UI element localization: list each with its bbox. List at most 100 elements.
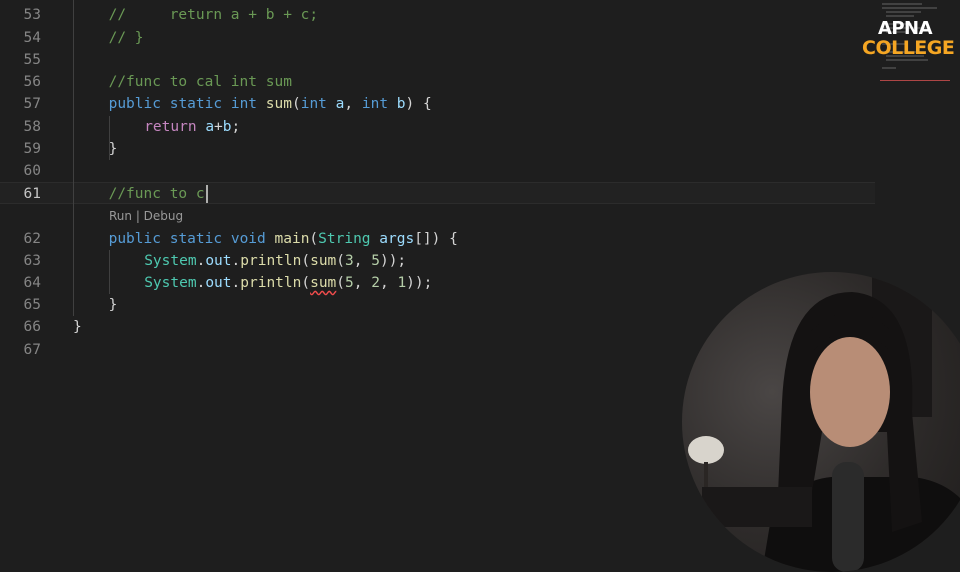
- code-line[interactable]: 55: [0, 49, 875, 71]
- mic-arm: [702, 487, 812, 527]
- line-number: 60: [23, 163, 41, 179]
- code-token: println: [240, 275, 302, 291]
- line-number: 67: [23, 342, 41, 358]
- text-cursor-icon: [205, 185, 208, 203]
- presenter-video: [688, 277, 960, 572]
- line-number: 65: [23, 297, 41, 313]
- code-token: a: [205, 119, 215, 135]
- line-number: 63: [23, 253, 41, 269]
- indent-guide: [109, 250, 110, 294]
- code-token: ,: [379, 275, 398, 291]
- code-token: public: [108, 231, 161, 247]
- line-number: 57: [23, 96, 41, 112]
- code-token: 5: [371, 253, 380, 269]
- code-text[interactable]: public static void main(String args[]) {: [109, 228, 458, 250]
- apna-college-logo: APNA COLLEGE: [862, 20, 955, 59]
- code-token: }: [108, 297, 118, 313]
- code-token: println: [240, 253, 302, 269]
- line-number: 61: [23, 186, 41, 202]
- code-token: 3: [345, 253, 354, 269]
- code-token: (: [336, 253, 346, 269]
- line-number: 53: [23, 7, 41, 23]
- code-token: out: [205, 253, 232, 269]
- code-token: static: [169, 96, 223, 112]
- code-line[interactable]: 62 public static void main(String args[])…: [0, 228, 875, 250]
- code-token: ,: [353, 253, 372, 269]
- logo-line-2: COLLEGE: [862, 37, 955, 59]
- code-line[interactable]: 63 System.out.println(sum(3, 5));: [0, 250, 875, 272]
- code-text[interactable]: return a+b;: [144, 116, 240, 138]
- code-token: return: [144, 119, 197, 135]
- line-number: 59: [23, 141, 41, 157]
- code-token: int: [300, 96, 327, 112]
- code-text[interactable]: public static int sum(int a, int b) {: [109, 93, 432, 115]
- code-text[interactable]: // return a + b + c;: [109, 4, 319, 26]
- lamp-shade: [688, 436, 724, 464]
- code-line[interactable]: 61 //func to c: [0, 182, 875, 204]
- code-line[interactable]: 54 // }: [0, 27, 875, 49]
- code-token: // }: [108, 30, 144, 46]
- line-number: 58: [23, 119, 41, 135]
- line-number: 64: [23, 275, 41, 291]
- indent-guide: [73, 0, 74, 316]
- code-text[interactable]: }: [73, 316, 82, 338]
- code-token-error: sum: [310, 275, 337, 291]
- code-line[interactable]: 57 public static int sum(int a, int b) {: [0, 93, 875, 115]
- code-token: b: [396, 96, 406, 112]
- code-text[interactable]: // }: [109, 27, 144, 49]
- code-token: (: [309, 231, 319, 247]
- code-token: ,: [353, 275, 372, 291]
- indent-guide: [109, 116, 110, 160]
- code-text[interactable]: System.out.println(sum(5, 2, 1));: [144, 272, 432, 294]
- code-token: 2: [371, 275, 380, 291]
- code-text[interactable]: System.out.println(sum(3, 5));: [144, 250, 406, 272]
- code-text[interactable]: //func to cal int sum: [109, 71, 292, 93]
- code-token: //func to c: [108, 186, 205, 202]
- code-text[interactable]: //func to c: [109, 183, 208, 205]
- code-token: (: [301, 253, 311, 269]
- code-text[interactable]: }: [109, 294, 118, 316]
- codelens-run-debug[interactable]: Run | Debug: [109, 209, 183, 223]
- code-line[interactable]: 59}: [0, 138, 875, 160]
- line-number: 54: [23, 30, 41, 46]
- code-token: main: [274, 231, 310, 247]
- code-token: .: [231, 275, 241, 291]
- code-token: System: [144, 275, 197, 291]
- microphone: [832, 462, 864, 572]
- line-number: 55: [23, 52, 41, 68]
- code-token: (: [291, 96, 301, 112]
- code-line[interactable]: 53 // return a + b + c;: [0, 4, 875, 26]
- code-line[interactable]: 60: [0, 160, 875, 182]
- code-line[interactable]: 58 return a+b;: [0, 116, 875, 138]
- code-token: ;: [231, 119, 241, 135]
- code-token: .: [196, 253, 206, 269]
- line-number: 66: [23, 319, 41, 335]
- code-token: 5: [345, 275, 354, 291]
- code-token: 1: [397, 275, 407, 291]
- code-token: []) {: [414, 231, 458, 247]
- code-token: System: [144, 253, 197, 269]
- code-token: }: [73, 319, 82, 335]
- code-token: void: [230, 231, 266, 247]
- code-token: // return a + b + c;: [108, 7, 319, 23]
- line-number: 56: [23, 74, 41, 90]
- code-token: (: [301, 275, 311, 291]
- code-line[interactable]: 56 //func to cal int sum: [0, 71, 875, 93]
- code-token: (: [336, 275, 346, 291]
- code-token: sum: [310, 253, 337, 269]
- code-token: public: [108, 96, 161, 112]
- code-token: .: [196, 275, 206, 291]
- code-token: ,: [344, 96, 362, 112]
- code-token: String: [318, 231, 371, 247]
- presenter-face: [810, 337, 890, 447]
- line-number: 62: [23, 231, 41, 247]
